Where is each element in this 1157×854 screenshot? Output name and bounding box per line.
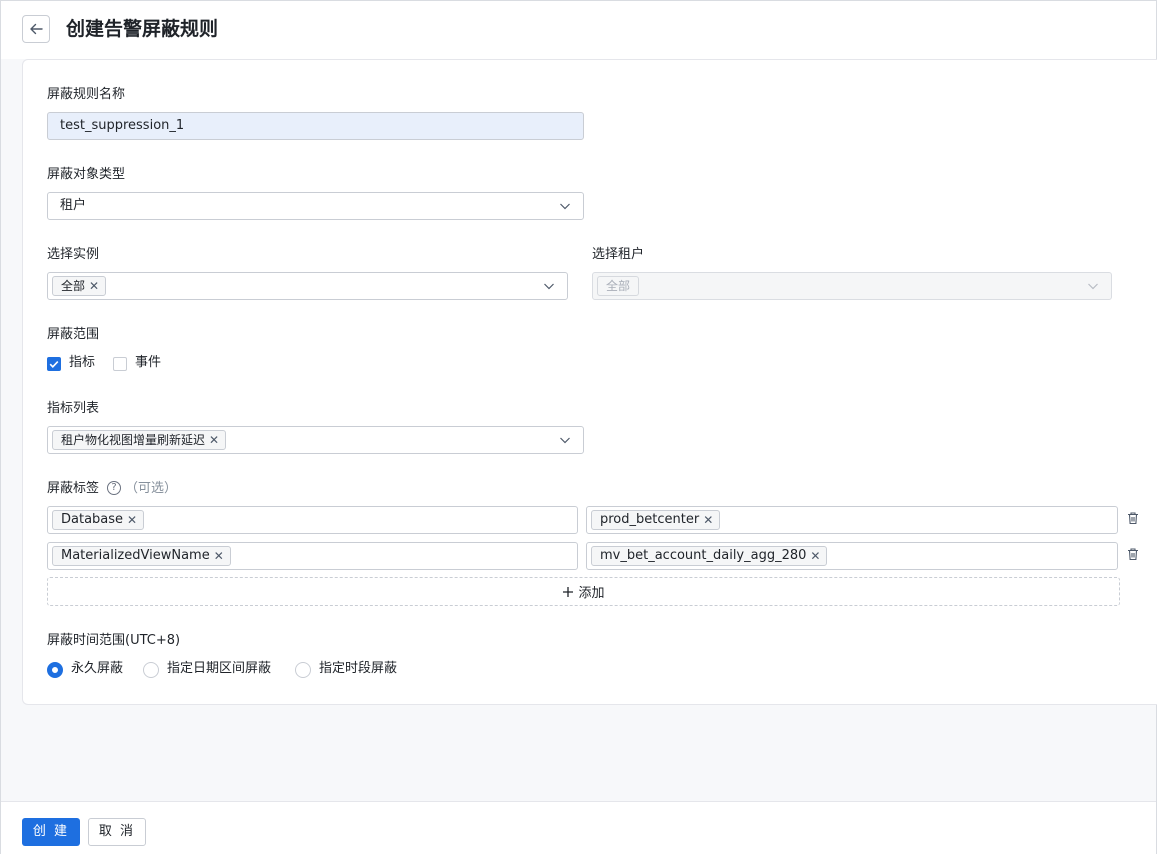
tenant-label: 选择租户 (592, 247, 645, 262)
target-type-label: 屏蔽对象类型 (47, 167, 126, 182)
cancel-button[interactable]: 取 消 (88, 818, 146, 846)
label-value-input[interactable]: prod_betcenter ✕ (586, 506, 1118, 534)
scope-label: 屏蔽范围 (47, 327, 100, 342)
page-frame: 创建告警屏蔽规则 屏蔽规则名称 test_suppression_1 屏蔽对象类… (0, 0, 1157, 854)
footer-bar (1, 801, 1156, 854)
tenant-tag-label: 全部 (606, 279, 631, 293)
scope-metric-label: 指标 (69, 355, 96, 370)
time-range-label: 屏蔽时间范围(UTC+8) (47, 633, 181, 648)
tenant-tag: 全部 (597, 276, 640, 296)
radio-time-period[interactable] (295, 662, 311, 678)
label-key-tag: Database ✕ (52, 510, 145, 530)
labels-label: 屏蔽标签 (47, 481, 100, 496)
label-key-text: MaterializedViewName (61, 548, 210, 563)
metric-tag: 租户物化视图增量刷新延迟 ✕ (52, 430, 227, 450)
instance-tag-label: 全部 (61, 279, 86, 293)
chevron-down-icon (560, 203, 570, 210)
help-icon[interactable]: ? (107, 481, 121, 495)
metric-tag-label: 租户物化视图增量刷新延迟 (61, 433, 206, 447)
metrics-select[interactable]: 租户物化视图增量刷新延迟 ✕ (47, 426, 584, 454)
chevron-down-icon (544, 283, 554, 290)
remove-tag-icon[interactable]: ✕ (810, 547, 820, 565)
rule-name-input[interactable]: test_suppression_1 (47, 112, 584, 140)
label-key-tag: MaterializedViewName ✕ (52, 546, 231, 566)
target-type-value: 租户 (60, 198, 87, 213)
radio-date-range-label: 指定日期区间屏蔽 (167, 661, 272, 676)
label-value-tag: mv_bet_account_daily_agg_280 ✕ (591, 546, 828, 566)
rule-name-label: 屏蔽规则名称 (47, 87, 126, 102)
form-card (22, 59, 1157, 705)
radio-time-period-label: 指定时段屏蔽 (319, 661, 398, 676)
check-icon (49, 361, 59, 368)
labels-optional-text: （可选） (125, 481, 178, 496)
remove-tag-icon[interactable]: ✕ (703, 511, 713, 529)
radio-permanent[interactable] (47, 662, 63, 678)
radio-permanent-label: 永久屏蔽 (71, 661, 124, 676)
radio-date-range[interactable] (143, 662, 159, 678)
scope-event-checkbox[interactable] (113, 357, 127, 371)
plus-icon (563, 586, 574, 597)
remove-tag-icon[interactable]: ✕ (214, 547, 224, 565)
label-value-input[interactable]: mv_bet_account_daily_agg_280 ✕ (586, 542, 1118, 570)
page-title: 创建告警屏蔽规则 (66, 18, 219, 40)
arrow-left-icon (30, 23, 43, 35)
instance-label: 选择实例 (47, 247, 100, 262)
label-key-input[interactable]: Database ✕ (47, 506, 578, 534)
remove-tag-icon[interactable]: ✕ (89, 277, 99, 295)
metrics-label: 指标列表 (47, 401, 100, 416)
page-header: 创建告警屏蔽规则 (1, 1, 1156, 59)
instance-tag: 全部 ✕ (52, 276, 107, 296)
label-value-text: prod_betcenter (600, 512, 700, 527)
chevron-down-icon (1088, 283, 1098, 290)
label-value-tag: prod_betcenter ✕ (591, 510, 721, 530)
remove-tag-icon[interactable]: ✕ (127, 511, 137, 529)
instance-select[interactable]: 全部 ✕ (47, 272, 568, 300)
trash-icon[interactable] (1126, 511, 1140, 525)
create-button[interactable]: 创 建 (22, 818, 80, 846)
label-key-input[interactable]: MaterializedViewName ✕ (47, 542, 578, 570)
back-button[interactable] (22, 15, 50, 43)
label-key-text: Database (61, 512, 124, 527)
add-label-text: 添加 (578, 586, 605, 601)
label-value-text: mv_bet_account_daily_agg_280 (600, 548, 807, 563)
scope-event-label: 事件 (135, 355, 162, 370)
rule-name-value: test_suppression_1 (60, 118, 185, 133)
chevron-down-icon (560, 437, 570, 444)
scope-metric-checkbox[interactable] (47, 357, 61, 371)
trash-icon[interactable] (1126, 547, 1140, 561)
target-type-select[interactable]: 租户 (47, 192, 584, 220)
remove-tag-icon[interactable]: ✕ (209, 431, 219, 449)
tenant-select: 全部 (592, 272, 1112, 300)
add-label-button[interactable]: 添加 (47, 577, 1120, 606)
